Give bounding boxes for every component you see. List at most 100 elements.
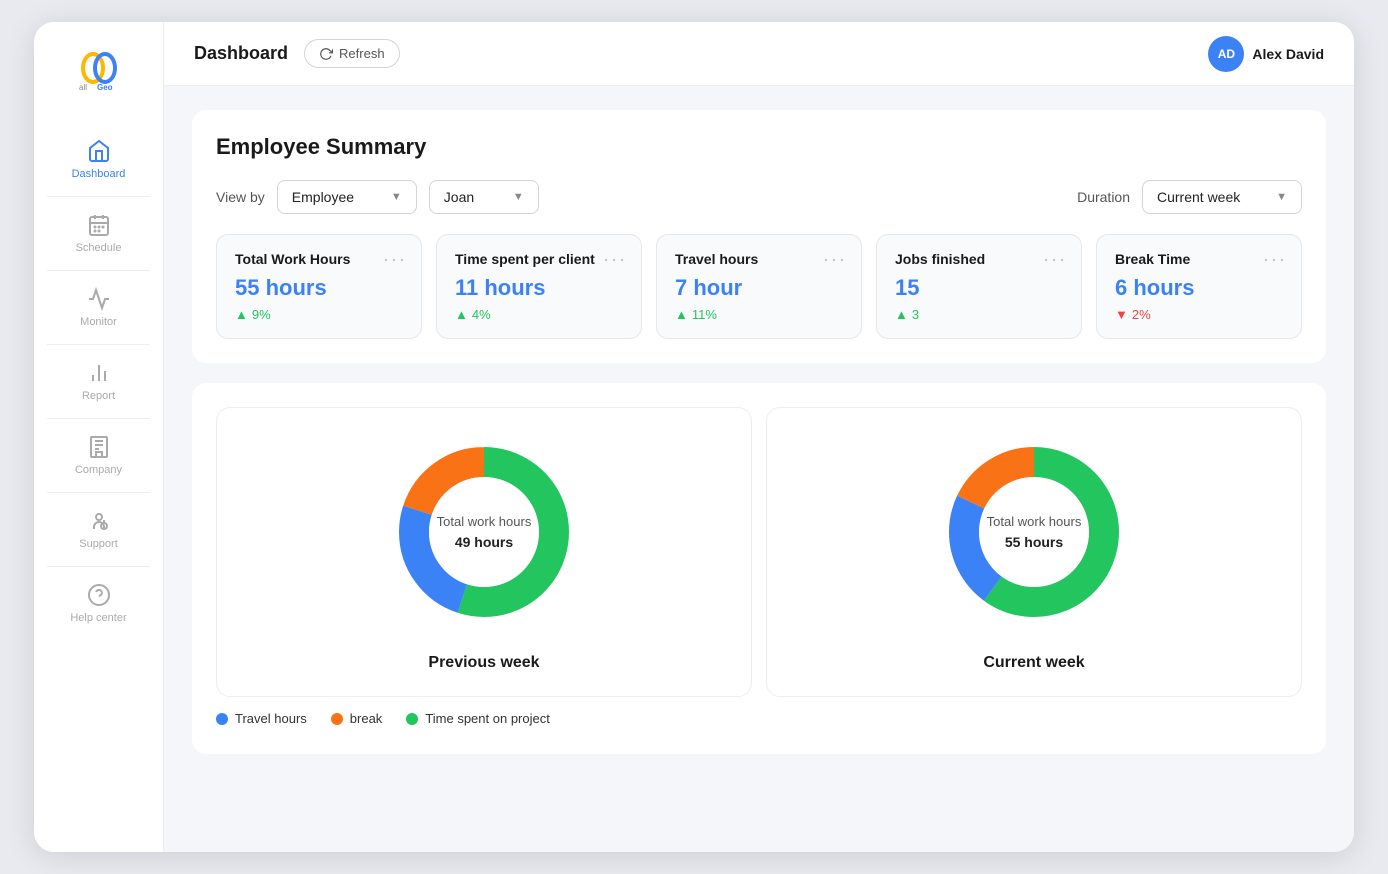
legend-label-break: break [350,711,383,726]
employee-value: Joan [444,189,474,205]
user-badge: AD Alex David [1208,36,1324,72]
donut-center-current-value: 55 hours [987,531,1082,552]
sidebar-divider-1 [47,196,150,197]
stat-card-4: ··· Break Time 6 hours ▼ 2% [1096,234,1302,339]
sidebar-divider-3 [47,344,150,345]
sidebar-item-dashboard-label: Dashboard [72,168,126,180]
stat-change-text-2: 11% [692,307,717,322]
sidebar-item-help[interactable]: Help center [34,571,163,636]
header: Dashboard Refresh AD Alex David [164,22,1354,86]
app-container: all Geo Dashboard [34,22,1354,852]
section-title: Employee Summary [216,134,1302,160]
sidebar-item-monitor-label: Monitor [80,316,117,328]
duration-chevron: ▼ [1276,191,1287,203]
legend-dot-travel [216,713,228,725]
legend-label-travel: Travel hours [235,711,307,726]
stat-menu-4[interactable]: ··· [1263,249,1287,270]
sidebar-item-schedule[interactable]: Schedule [34,201,163,266]
view-by-chevron: ▼ [391,191,402,203]
sidebar-item-help-label: Help center [70,612,126,624]
svg-text:Geo: Geo [97,83,113,92]
header-left: Dashboard Refresh [194,39,400,68]
svg-text:all: all [79,83,87,92]
sidebar-item-support[interactable]: Support [34,497,163,562]
stat-value-4: 6 hours [1115,275,1283,301]
chart-label-current: Current week [983,654,1084,672]
stat-menu-2[interactable]: ··· [823,249,847,270]
stat-change-1: ▲ 4% [455,307,623,322]
logo: all Geo [73,42,125,99]
legend-item-break: break [331,711,383,726]
stat-change-4: ▼ 2% [1115,307,1283,322]
stat-arrow-4: ▼ [1115,307,1128,322]
sidebar-divider-2 [47,270,150,271]
stat-card-0: ··· Total Work Hours 55 hours ▲ 9% [216,234,422,339]
stat-title-4: Break Time [1115,251,1283,267]
stat-value-3: 15 [895,275,1063,301]
sidebar-item-company[interactable]: Company [34,423,163,488]
stat-change-0: ▲ 9% [235,307,403,322]
stat-title-2: Travel hours [675,251,843,267]
chart-label-previous: Previous week [428,654,539,672]
stat-title-3: Jobs finished [895,251,1063,267]
filters-right: Duration Current week ▼ [1077,180,1302,214]
employee-chevron: ▼ [513,191,524,203]
stat-change-3: ▲ 3 [895,307,1063,322]
stat-title-1: Time spent per client [455,251,623,267]
charts-section: Total work hours49 hours Previous week [192,383,1326,754]
sidebar-item-report[interactable]: Report [34,349,163,414]
legend-item-travel: Travel hours [216,711,307,726]
stat-change-text-1: 4% [472,307,491,322]
page-title: Dashboard [194,43,288,64]
view-by-label: View by [216,189,265,205]
donut-center-current: Total work hours55 hours [987,512,1082,553]
refresh-label: Refresh [339,46,385,61]
sidebar-divider-5 [47,492,150,493]
legend-dot-break [331,713,343,725]
duration-select[interactable]: Current week ▼ [1142,180,1302,214]
stat-arrow-1: ▲ [455,307,468,322]
sidebar-item-dashboard[interactable]: Dashboard [34,127,163,192]
stat-menu-0[interactable]: ··· [383,249,407,270]
stat-change-text-0: 9% [252,307,271,322]
stat-arrow-3: ▲ [895,307,908,322]
stat-value-1: 11 hours [455,275,623,301]
donut-previous: Total work hours49 hours [384,432,584,632]
stat-change-2: ▲ 11% [675,307,843,322]
stats-row: ··· Total Work Hours 55 hours ▲ 9% ··· T… [216,234,1302,339]
duration-label: Duration [1077,189,1130,205]
view-by-select[interactable]: Employee ▼ [277,180,417,214]
stat-change-text-3: 3 [912,307,919,322]
view-by-value: Employee [292,189,354,205]
sidebar-item-company-label: Company [75,464,122,476]
donut-center-previous-value: 49 hours [437,531,532,552]
chart-previous-week: Total work hours49 hours Previous week [216,407,752,697]
avatar: AD [1208,36,1244,72]
legend-item-project: Time spent on project [406,711,550,726]
sidebar-divider-4 [47,418,150,419]
stat-card-3: ··· Jobs finished 15 ▲ 3 [876,234,1082,339]
stat-arrow-0: ▲ [235,307,248,322]
sidebar-item-support-label: Support [79,538,118,550]
stat-card-2: ··· Travel hours 7 hour ▲ 11% [656,234,862,339]
main-content: Dashboard Refresh AD Alex David Employee… [164,22,1354,852]
sidebar-divider-6 [47,566,150,567]
stat-change-text-4: 2% [1132,307,1151,322]
filters-row: View by Employee ▼ Joan ▼ Duration Curre… [216,180,1302,214]
stat-value-0: 55 hours [235,275,403,301]
duration-value: Current week [1157,189,1240,205]
refresh-button[interactable]: Refresh [304,39,400,68]
stat-menu-3[interactable]: ··· [1043,249,1067,270]
donut-center-previous: Total work hours49 hours [437,512,532,553]
stat-menu-1[interactable]: ··· [603,249,627,270]
stat-card-1: ··· Time spent per client 11 hours ▲ 4% [436,234,642,339]
sidebar-item-schedule-label: Schedule [76,242,122,254]
donut-current: Total work hours55 hours [934,432,1134,632]
summary-section: Employee Summary View by Employee ▼ Joan… [192,110,1326,363]
user-name: Alex David [1252,46,1324,62]
sidebar-item-monitor[interactable]: Monitor [34,275,163,340]
sidebar-item-report-label: Report [82,390,115,402]
employee-select[interactable]: Joan ▼ [429,180,539,214]
page-content: Employee Summary View by Employee ▼ Joan… [164,86,1354,852]
legend-row: Travel hours break Time spent on project [216,697,1302,730]
